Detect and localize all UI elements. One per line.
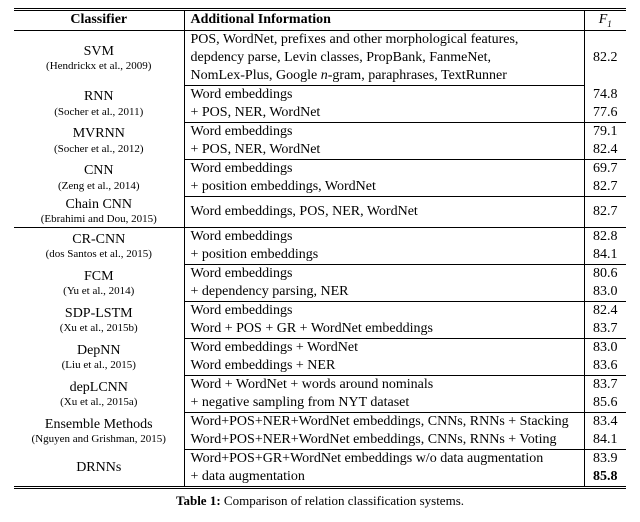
- f1-cell: 82.7: [584, 178, 626, 197]
- info-cell: Word embeddings + WordNet: [184, 339, 584, 358]
- info-cell: Word embeddings: [184, 122, 584, 141]
- table-container: Classifier Additional Information F1 SVM…: [0, 0, 640, 515]
- classifier-citation: (dos Santos et al., 2015): [20, 248, 178, 261]
- info-cell: Word embeddings: [184, 228, 584, 247]
- info-cell: Word + POS + GR + WordNet embeddings: [184, 320, 584, 339]
- classifier-name: depLCNN: [70, 380, 128, 395]
- info-cell: Word + WordNet + words around nominals: [184, 376, 584, 395]
- f1-cell: 74.8: [584, 85, 626, 104]
- info-cell: Word embeddings: [184, 159, 584, 178]
- classifier-citation: (Socher et al., 2011): [20, 106, 178, 119]
- classifier-cell: SVM(Hendrickx et al., 2009): [14, 30, 184, 85]
- classifier-citation: (Hendrickx et al., 2009): [20, 60, 178, 73]
- classifier-name: DepNN: [77, 343, 121, 358]
- classifier-cell: CR-CNN(dos Santos et al., 2015): [14, 228, 184, 265]
- classifier-name: CR-CNN: [72, 232, 125, 247]
- comparison-table: Classifier Additional Information F1 SVM…: [14, 8, 626, 489]
- col-header-classifier: Classifier: [14, 10, 184, 31]
- caption-label: Table 1:: [176, 493, 221, 508]
- classifier-cell: RNN (Socher et al., 2011): [14, 85, 184, 122]
- info-cell: Word embeddings: [184, 85, 584, 104]
- f1-cell: 82.8: [584, 228, 626, 247]
- classifier-citation: (Socher et al., 2012): [20, 143, 178, 156]
- info-cell: + position embeddings, WordNet: [184, 178, 584, 197]
- classifier-cell: FCM(Yu et al., 2014): [14, 265, 184, 302]
- info-cell: Word embeddings: [184, 265, 584, 284]
- info-cell: Word+POS+NER+WordNet embeddings, CNNs, R…: [184, 413, 584, 432]
- f1-cell: 83.4: [584, 413, 626, 432]
- info-cell: Word embeddings: [184, 302, 584, 321]
- classifier-citation: (Nguyen and Grishman, 2015): [20, 433, 178, 446]
- f1-cell: 83.0: [584, 283, 626, 302]
- classifier-citation: (Zeng et al., 2014): [20, 180, 178, 193]
- f1-cell: 83.7: [584, 320, 626, 339]
- info-cell: depdency parse, Levin classes, PropBank,…: [184, 49, 584, 67]
- info-cell: Word+POS+NER+WordNet embeddings, CNNs, R…: [184, 431, 584, 450]
- info-cell: + data augmentation: [184, 468, 584, 488]
- classifier-cell: depLCNN(Xu et al., 2015a): [14, 376, 184, 413]
- info-cell: + dependency parsing, NER: [184, 283, 584, 302]
- classifier-name: DRNNs: [76, 460, 121, 475]
- info-cell: Word embeddings, POS, NER, WordNet: [184, 196, 584, 227]
- classifier-name: CNN: [84, 163, 114, 178]
- classifier-name: RNN: [84, 89, 114, 104]
- col-header-f1: F1: [584, 10, 626, 31]
- f1-cell: 79.1: [584, 122, 626, 141]
- f1-cell: 80.6: [584, 265, 626, 284]
- classifier-name: FCM: [84, 269, 114, 284]
- classifier-citation: (Yu et al., 2014): [20, 285, 178, 298]
- f1-cell: 83.9: [584, 450, 626, 469]
- classifier-name: Ensemble Methods: [45, 417, 153, 432]
- info-cell: NomLex-Plus, Google n-gram, paraphrases,…: [184, 67, 584, 86]
- f1-cell: 85.8: [584, 468, 626, 488]
- classifier-citation: (Liu et al., 2015): [20, 359, 178, 372]
- classifier-cell: DepNN(Liu et al., 2015): [14, 339, 184, 376]
- f1-cell: 82.4: [584, 302, 626, 321]
- classifier-name: MVRNN: [73, 126, 125, 141]
- classifier-cell: DRNNs: [14, 450, 184, 488]
- f1-cell: 84.1: [584, 246, 626, 265]
- classifier-cell: Chain CNN(Ebrahimi and Dou, 2015): [14, 196, 184, 227]
- f1-cell: 84.1: [584, 431, 626, 450]
- f1-cell: 83.0: [584, 339, 626, 358]
- classifier-name: SDP-LSTM: [65, 306, 133, 321]
- f1-cell: 77.6: [584, 104, 626, 123]
- classifier-cell: MVRNN (Socher et al., 2012): [14, 122, 184, 159]
- f1-cell: 83.6: [584, 357, 626, 376]
- classifier-cell: SDP-LSTM(Xu et al., 2015b): [14, 302, 184, 339]
- info-cell: POS, WordNet, prefixes and other morphol…: [184, 30, 584, 49]
- classifier-citation: (Ebrahimi and Dou, 2015): [20, 213, 178, 226]
- info-cell: + position embeddings: [184, 246, 584, 265]
- f1-cell: 85.6: [584, 394, 626, 413]
- f1-cell: 82.2: [584, 30, 626, 85]
- classifier-cell: Ensemble Methods(Nguyen and Grishman, 20…: [14, 413, 184, 450]
- info-cell: + negative sampling from NYT dataset: [184, 394, 584, 413]
- classifier-citation: (Xu et al., 2015b): [20, 322, 178, 335]
- classifier-name: SVM: [84, 44, 114, 59]
- f1-cell: 83.7: [584, 376, 626, 395]
- f1-cell: 69.7: [584, 159, 626, 178]
- col-header-info: Additional Information: [184, 10, 584, 31]
- classifier-citation: (Xu et al., 2015a): [20, 396, 178, 409]
- info-cell: Word embeddings + NER: [184, 357, 584, 376]
- f1-cell: 82.7: [584, 196, 626, 227]
- caption-text: Comparison of relation classification sy…: [224, 493, 464, 508]
- f1-cell: 82.4: [584, 141, 626, 160]
- info-cell: + POS, NER, WordNet: [184, 141, 584, 160]
- classifier-name: Chain CNN: [66, 197, 133, 212]
- table-caption: Table 1: Comparison of relation classifi…: [14, 493, 626, 509]
- classifier-cell: CNN (Zeng et al., 2014): [14, 159, 184, 196]
- info-cell: + POS, NER, WordNet: [184, 104, 584, 123]
- info-cell: Word+POS+GR+WordNet embeddings w/o data …: [184, 450, 584, 469]
